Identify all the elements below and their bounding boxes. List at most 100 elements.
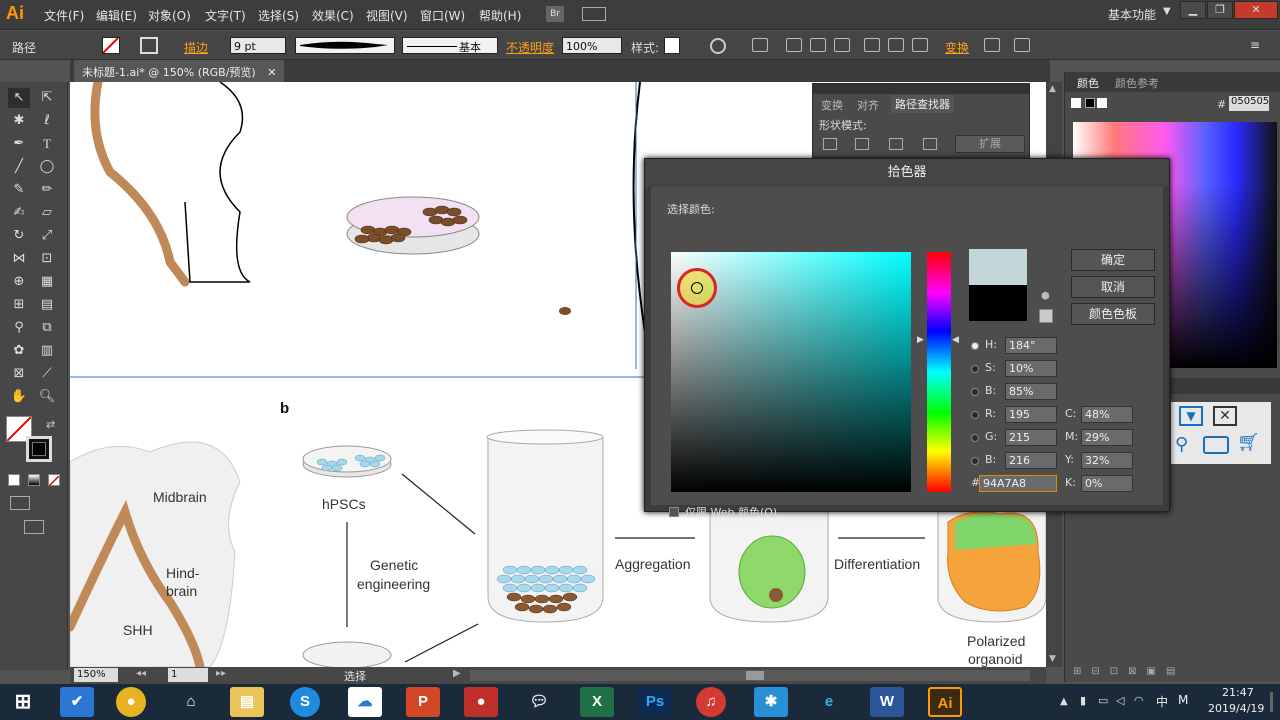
- brightness-field[interactable]: 85%: [1005, 383, 1057, 400]
- artboard-tool-icon[interactable]: ⊠: [8, 364, 30, 384]
- exclude-icon[interactable]: [923, 138, 937, 150]
- scale-tool-icon[interactable]: ⤢: [36, 226, 58, 246]
- pen-tool-icon[interactable]: ✒: [8, 134, 30, 154]
- shape-builder-tool-icon[interactable]: ⊕: [8, 272, 30, 292]
- shopping-cart-icon[interactable]: 🛒︎: [1237, 432, 1260, 453]
- opacity-label[interactable]: 不透明度: [506, 39, 554, 56]
- none-mode-icon[interactable]: [48, 474, 60, 487]
- status-menu-icon[interactable]: ▶: [453, 668, 461, 679]
- magic-wand-tool-icon[interactable]: ✱: [8, 111, 30, 131]
- hue-slider[interactable]: [927, 252, 951, 492]
- ime-indicator[interactable]: 中: [1156, 693, 1168, 710]
- lasso-tool-icon[interactable]: ℓ: [36, 111, 58, 131]
- stroke-color-box[interactable]: [26, 436, 52, 462]
- blue-radio[interactable]: [971, 457, 979, 465]
- free-transform-tool-icon[interactable]: ⊡: [36, 249, 58, 269]
- netease-music-icon[interactable]: ♫: [696, 687, 726, 717]
- ok-button[interactable]: 确定: [1071, 249, 1155, 271]
- clock-date[interactable]: 2019/4/19: [1208, 702, 1264, 715]
- eyedropper-tool-icon[interactable]: ⚲: [8, 318, 30, 338]
- minimize-button[interactable]: ▁: [1180, 1, 1206, 19]
- hand-tool-icon[interactable]: ✋: [8, 387, 30, 407]
- eraser-tool-icon[interactable]: ▱: [36, 203, 58, 223]
- illustrator-icon[interactable]: Ai: [928, 687, 962, 717]
- cyan-field[interactable]: 48%: [1081, 406, 1133, 423]
- volume-icon[interactable]: ◁: [1116, 694, 1124, 707]
- color-swatches-button[interactable]: 颜色色板: [1071, 303, 1155, 325]
- photoshop-icon[interactable]: Ps: [638, 687, 672, 717]
- line-tool-icon[interactable]: ╱: [8, 157, 30, 177]
- chrome-icon[interactable]: ●: [116, 687, 146, 717]
- rotate-tool-icon[interactable]: ↻: [8, 226, 30, 246]
- saturation-radio[interactable]: [971, 365, 979, 373]
- recolor-artwork-icon[interactable]: [710, 38, 726, 54]
- green-field[interactable]: 215: [1005, 429, 1057, 446]
- column-graph-tool-icon[interactable]: ▥: [36, 341, 58, 361]
- zoom-tool-icon[interactable]: 🔍︎: [36, 387, 58, 407]
- magenta-field[interactable]: 29%: [1081, 429, 1133, 446]
- star-app-icon[interactable]: ✱: [754, 687, 788, 717]
- first-artboard-icon[interactable]: ◂◂: [136, 668, 146, 679]
- menu-window[interactable]: 窗口(W): [420, 7, 465, 24]
- transform-label[interactable]: 变换: [945, 39, 969, 56]
- menu-edit[interactable]: 编辑(E): [96, 7, 137, 24]
- horizontal-scrollbar[interactable]: [470, 670, 1030, 681]
- bridge-button[interactable]: Br: [546, 6, 564, 22]
- slice-tool-icon[interactable]: ⟋: [36, 364, 58, 384]
- tab-align[interactable]: 对齐: [857, 97, 879, 113]
- stroke-mini-swatch[interactable]: [1085, 98, 1095, 108]
- show-desktop-button[interactable]: [1270, 692, 1273, 712]
- fill-swatch[interactable]: [102, 37, 120, 54]
- green-radio[interactable]: [971, 434, 979, 442]
- recorder-icon[interactable]: ●: [464, 687, 498, 717]
- blob-brush-tool-icon[interactable]: ✍: [8, 203, 30, 223]
- paintbrush-tool-icon[interactable]: ✎: [8, 180, 30, 200]
- selection-tool-icon[interactable]: ↖: [8, 88, 30, 108]
- tab-color-guide[interactable]: 颜色参考: [1115, 75, 1159, 91]
- internet-explorer-icon[interactable]: e: [812, 687, 846, 717]
- artboard-number-field[interactable]: 1: [168, 668, 208, 682]
- chevron-down-icon[interactable]: ▼: [1163, 6, 1171, 17]
- align-middle-icon[interactable]: [888, 38, 904, 52]
- red-radio[interactable]: [971, 411, 979, 419]
- unite-icon[interactable]: [823, 138, 837, 150]
- baidu-netdisk-icon[interactable]: ☁: [348, 687, 382, 717]
- menu-select[interactable]: 选择(S): [258, 7, 299, 24]
- screen-mode-icon[interactable]: [24, 520, 44, 534]
- select-similar-icon[interactable]: [752, 38, 768, 52]
- out-of-gamut-cube-icon[interactable]: ⬢: [1041, 291, 1050, 302]
- align-right-icon[interactable]: [834, 38, 850, 52]
- arrange-documents-icon[interactable]: [582, 7, 606, 21]
- yellow-field[interactable]: 32%: [1081, 452, 1133, 469]
- card-icon[interactable]: [1203, 436, 1229, 454]
- perspective-grid-tool-icon[interactable]: ▦: [36, 272, 58, 292]
- workspace-switcher[interactable]: 基本功能: [1108, 6, 1156, 23]
- file-explorer-icon[interactable]: ▤: [230, 687, 264, 717]
- menu-type[interactable]: 文字(T): [205, 7, 246, 24]
- menu-view[interactable]: 视图(V): [366, 7, 408, 24]
- tab-transform[interactable]: 变换: [821, 97, 843, 113]
- direct-selection-tool-icon[interactable]: ⇱: [36, 88, 58, 108]
- network-icon[interactable]: ▮: [1080, 694, 1086, 707]
- intersect-icon[interactable]: [889, 138, 903, 150]
- hue-field[interactable]: 184°: [1005, 337, 1057, 354]
- symbol-sprayer-tool-icon[interactable]: ✿: [8, 341, 30, 361]
- fill-mini-swatch[interactable]: [1071, 98, 1081, 108]
- ellipse-tool-icon[interactable]: ◯: [36, 157, 58, 177]
- stroke-swatch[interactable]: [140, 37, 158, 54]
- expand-button[interactable]: 扩展: [955, 135, 1025, 153]
- hue-marker-left-icon[interactable]: ▶: [917, 335, 924, 345]
- gradient-mode-icon[interactable]: [28, 474, 40, 486]
- ime-mode[interactable]: M: [1178, 693, 1188, 707]
- swap-fill-stroke-icon[interactable]: ⇄: [46, 418, 55, 431]
- web-safe-swatch[interactable]: [1039, 309, 1053, 323]
- brightness-radio[interactable]: [971, 388, 979, 396]
- battery-icon[interactable]: ▭: [1098, 694, 1108, 707]
- panel-footer-icons[interactable]: ⊞⊟⊡⊠▣▤: [1073, 666, 1273, 678]
- type-tool-icon[interactable]: T: [36, 134, 58, 154]
- dropdown-icon[interactable]: ▼: [1179, 406, 1203, 426]
- word-icon[interactable]: W: [870, 687, 904, 717]
- width-tool-icon[interactable]: ⋈: [8, 249, 30, 269]
- scroll-up-icon[interactable]: ▲: [1049, 84, 1056, 94]
- color-mode-icon[interactable]: [8, 474, 20, 486]
